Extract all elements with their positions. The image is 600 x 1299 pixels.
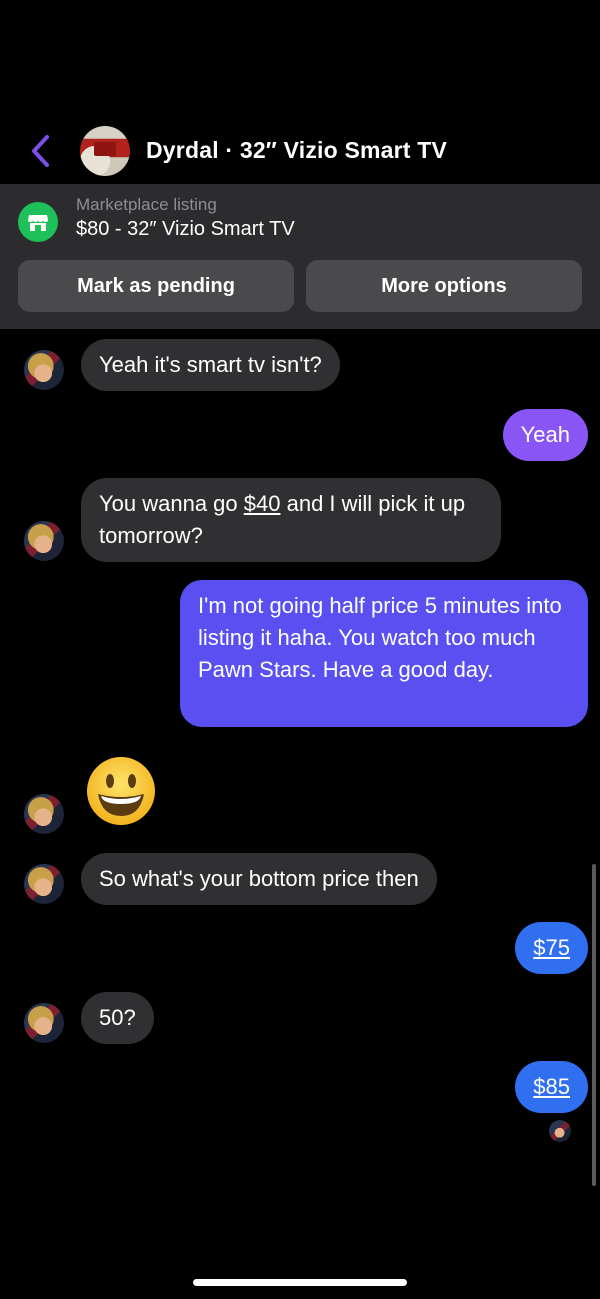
sender-avatar[interactable] <box>24 1003 64 1043</box>
incoming-message[interactable]: Yeah it's smart tv isn't? <box>81 339 340 391</box>
price-link[interactable]: $85 <box>533 1074 570 1099</box>
mark-as-pending-button[interactable]: Mark as pending <box>18 260 294 312</box>
message-text: I'm not going half price 5 minutes into … <box>198 593 562 682</box>
sender-avatar[interactable] <box>24 521 64 561</box>
more-options-button[interactable]: More options <box>306 260 582 312</box>
incoming-message[interactable]: 50? <box>81 992 154 1044</box>
conversation-title[interactable]: Dyrdal · 32″ Vizio Smart TV <box>146 137 447 164</box>
outgoing-message[interactable]: I'm not going half price 5 minutes into … <box>180 580 588 727</box>
listing-thumbnail-avatar[interactable] <box>80 126 130 176</box>
outgoing-message[interactable]: $75 <box>515 922 588 974</box>
price-link[interactable]: $75 <box>533 935 570 960</box>
message-text-prefix: You wanna go <box>99 491 244 516</box>
grinning-face-emoji[interactable] <box>86 756 156 826</box>
chat-header: Dyrdal · 32″ Vizio Smart TV <box>0 118 600 184</box>
listing-title[interactable]: $80 - 32″ Vizio Smart TV <box>76 218 295 241</box>
sender-avatar[interactable] <box>24 864 64 904</box>
sender-avatar[interactable] <box>24 794 64 834</box>
outgoing-message[interactable]: $85 <box>515 1061 588 1113</box>
message-text: 50? <box>99 1005 136 1030</box>
home-indicator[interactable] <box>193 1279 407 1286</box>
marketplace-listing-panel: Marketplace listing $80 - 32″ Vizio Smar… <box>0 184 600 329</box>
message-text: Yeah it's smart tv isn't? <box>99 352 322 377</box>
sender-avatar[interactable] <box>24 350 64 390</box>
back-chevron-icon[interactable] <box>26 134 56 168</box>
scrollbar[interactable] <box>592 864 596 1186</box>
listing-label: Marketplace listing <box>76 195 217 214</box>
message-text: Yeah <box>520 422 570 447</box>
incoming-message[interactable]: You wanna go $40 and I will pick it up t… <box>81 478 501 562</box>
storefront-icon <box>18 202 58 242</box>
message-text: So what's your bottom price then <box>99 866 419 891</box>
chat-screen: Dyrdal · 32″ Vizio Smart TV Marketplace … <box>0 0 600 1299</box>
read-receipt-avatar <box>549 1120 571 1142</box>
incoming-message[interactable]: So what's your bottom price then <box>81 853 437 905</box>
outgoing-message[interactable]: Yeah <box>502 409 588 461</box>
price-link[interactable]: $40 <box>244 491 281 516</box>
